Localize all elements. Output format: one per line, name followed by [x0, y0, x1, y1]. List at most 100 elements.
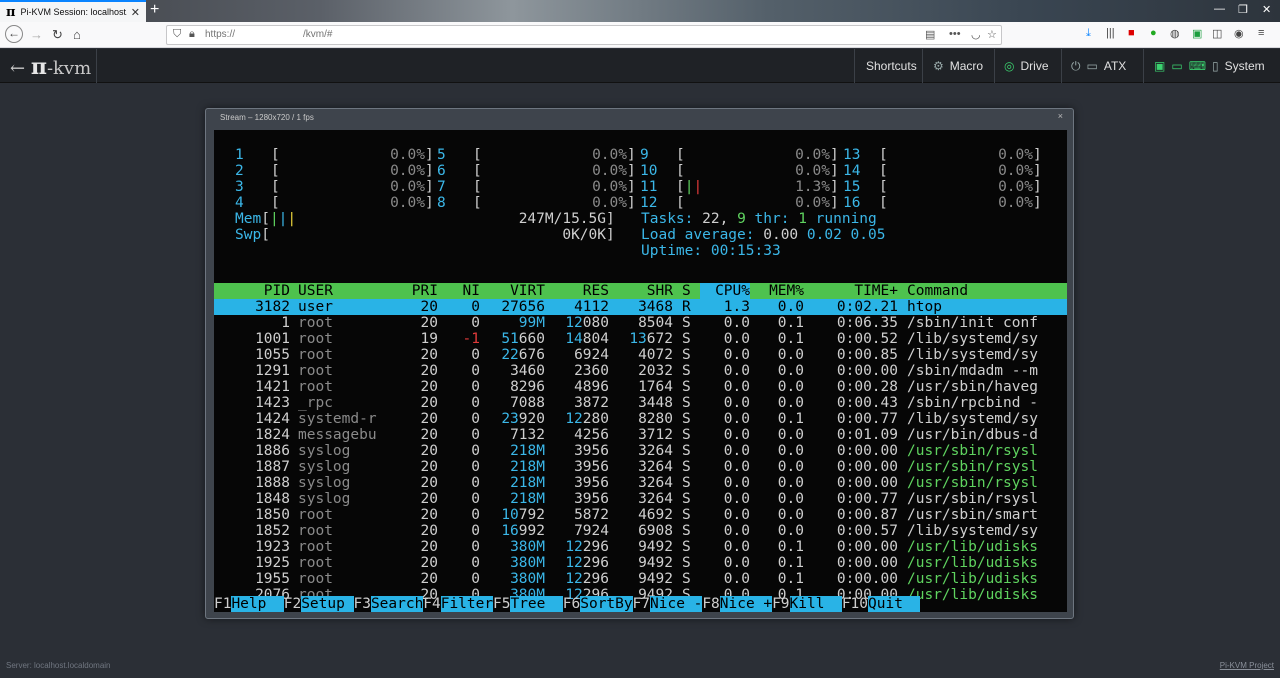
pocket-icon[interactable]: ◡ [971, 28, 981, 41]
fkey-label-f10[interactable]: Quit [868, 596, 921, 612]
stream-window[interactable]: Stream – 1280x720 / 1 fps × 1 [0.0%] 2 [0.0… [205, 108, 1074, 619]
cpu-percent: 0.0% [390, 195, 425, 211]
fkey-label-f5[interactable]: Tree [510, 596, 563, 612]
reader-view-icon[interactable]: ▤ [925, 28, 935, 41]
bookmark-star-icon[interactable]: ☆ [987, 28, 997, 41]
table-row[interactable]: 1423 _rpc 20 0 7088 3872 3448 S 0.0 0.0 0:00.43/sb… [214, 395, 1067, 411]
evernote-extension-icon[interactable]: ● [1150, 27, 1157, 39]
column-header-ni[interactable]: NI [438, 283, 480, 299]
table-row[interactable]: 1001 root 19 -1 51660 14804 13672 S 0.0 0.1 0:00.5… [214, 331, 1067, 347]
cpu-bar-close: ] [425, 163, 434, 179]
fkey-label-f3[interactable]: Search [370, 596, 423, 612]
column-header-mem[interactable]: MEM% [754, 283, 804, 299]
library-icon[interactable]: ||| [1106, 27, 1115, 39]
table-row[interactable]: 1424 systemd-r 20 0 23920 12280 8280 S 0.0 0.1 0:0… [214, 411, 1067, 427]
table-row[interactable]: 1923 root 20 0 380M 12296 9492 S 0.0 0.1 0:00.00/u… [214, 539, 1067, 555]
cpu-bar-close: ] [425, 195, 434, 211]
back-arrow-icon[interactable]: ← [5, 25, 23, 43]
forward-arrow-icon[interactable]: → [30, 26, 43, 44]
column-header-cpu[interactable]: CPU% [700, 283, 750, 299]
home-icon[interactable]: ⌂ [73, 26, 81, 44]
close-tab-icon[interactable]: ✕ [131, 6, 140, 19]
table-row[interactable]: 1848 syslog 20 0 218M 3956 3264 S 0.0 0.0 0:00.77/… [214, 491, 1067, 507]
menu-shortcuts[interactable]: Shortcuts [866, 59, 917, 73]
fkey-f5: F5 [493, 596, 511, 612]
table-row[interactable]: 1 root 20 0 99M 12080 8504 S 0.0 0.1 0:06.35/sbin/… [214, 315, 1067, 331]
project-link[interactable]: Pi-KVM Project [1220, 661, 1274, 670]
fkey-label-f7[interactable]: Nice - [650, 596, 702, 612]
url-bar[interactable]: ⛉ 🔒︎ https:// /kvm/# ▤ ••• ◡ ☆ [166, 25, 1002, 45]
cell-cpu: 0.0 [723, 411, 750, 427]
pdf-extension-icon[interactable]: ■ [1128, 27, 1135, 39]
cell-res: 3872 [574, 395, 609, 411]
browser-tab[interactable]: π Pi-KVM Session: localhost.loca ✕ [0, 0, 146, 22]
htop-terminal[interactable]: 1[0.0%] 2[0.0%] 3[0.0%] 4[0.0%] 5[0.0%] 6[0.0… [214, 130, 1067, 612]
fkey-label-f6[interactable]: SortBy [580, 596, 633, 612]
menu-macro[interactable]: ⚙ Macro [933, 59, 983, 73]
lock-icon[interactable]: 🔒︎ [189, 28, 195, 41]
table-row[interactable]: 1886 syslog 20 0 218M 3956 3264 S 0.0 0.0 0:00.00/… [214, 443, 1067, 459]
fkey-label-f4[interactable]: Filter [440, 596, 493, 612]
table-row[interactable]: 1824 messagebu 20 0 7132 4256 3712 S 0.0 0.0 0:01.… [214, 427, 1067, 443]
minimize-icon[interactable]: — [1214, 3, 1225, 15]
column-header-pri[interactable]: PRI [364, 283, 438, 299]
maximize-icon[interactable]: ❐ [1238, 3, 1248, 16]
cell-ni: 0 [471, 507, 480, 523]
column-header-virt[interactable]: VIRT [480, 283, 545, 299]
cell-pri: 20 [420, 539, 438, 555]
table-row[interactable]: 1955 root 20 0 380M 12296 9492 S 0.0 0.1 0:00.00/u… [214, 571, 1067, 587]
cpu-bar-open: [ [879, 147, 888, 163]
process-table-header[interactable]: PID USER PRI NI VIRT RES SHR S CPU% MEM% TIME+ Comm… [214, 283, 1067, 299]
sidebar-toggle-icon[interactable]: ◫ [1212, 27, 1222, 40]
mem-meter: Mem[||| [235, 211, 297, 227]
reload-icon[interactable]: ↻ [52, 26, 63, 44]
cpu-percent: 0.0% [390, 163, 425, 179]
cpu-bar-close: ] [627, 147, 636, 163]
table-row[interactable]: 1925 root 20 0 380M 12296 9492 S 0.0 0.1 0:00.00/u… [214, 555, 1067, 571]
close-icon[interactable]: × [1058, 111, 1063, 121]
table-row[interactable]: 3182 user 20 0 27656 4112 3468 R 1.3 0.0 0:02.21 ht… [214, 299, 1067, 315]
table-row[interactable]: 1852 root 20 0 16992 7924 6908 S 0.0 0.0 0:00.57/l… [214, 523, 1067, 539]
table-row[interactable]: 1291 root 20 0 3460 2360 2032 S 0.0 0.0 0:00.00/sb… [214, 363, 1067, 379]
table-row[interactable]: 1421 root 20 0 8296 4896 1764 S 0.0 0.0 0:00.28/us… [214, 379, 1067, 395]
close-window-icon[interactable]: ✕ [1262, 3, 1271, 16]
kvm-logo[interactable]: ← π-kvm [10, 54, 91, 80]
page-actions-icon[interactable]: ••• [949, 28, 961, 40]
shield-icon[interactable]: ⛉ [173, 28, 181, 41]
divider [994, 49, 995, 83]
fkey-label-f2[interactable]: Setup [301, 596, 354, 612]
cell-shr: 8280 [638, 411, 673, 427]
cell-cmd: /sbin/rpcbind - [907, 395, 1038, 411]
column-header-res[interactable]: RES [545, 283, 609, 299]
cell-mem: 0.0 [777, 443, 804, 459]
column-header-cmd[interactable]: Command [907, 283, 1067, 299]
fkey-label-f9[interactable]: Kill [789, 596, 842, 612]
table-row[interactable]: 1888 syslog 20 0 218M 3956 3264 S 0.0 0.0 0:00.00/… [214, 475, 1067, 491]
cpu-bar-close: ] [1033, 195, 1042, 211]
menu-drive[interactable]: ◎ Drive [1004, 59, 1049, 73]
column-header-s[interactable]: S [682, 283, 694, 299]
cpu-number: 12 [640, 195, 658, 211]
fkey-label-f8[interactable]: Nice + [719, 596, 772, 612]
globe-extension-icon[interactable]: ◍ [1170, 27, 1180, 40]
table-row[interactable]: 1850 root 20 0 10792 5872 4692 S 0.0 0.0 0:00.87/u… [214, 507, 1067, 523]
column-header-shr[interactable]: SHR [609, 283, 673, 299]
menu-atx[interactable]: ⏻ ▭ ATX [1071, 59, 1126, 74]
new-tab-button[interactable]: + [150, 1, 159, 19]
monitor-icon: ▣ [1154, 59, 1166, 73]
fkey-label-f1[interactable]: Help [231, 596, 284, 612]
menu-system[interactable]: ▣ ▭ ⌨ ▯ System [1154, 59, 1265, 73]
cell-ni: 0 [471, 491, 480, 507]
account-icon[interactable]: ◉ [1234, 27, 1244, 40]
cell-mem: 0.1 [777, 571, 804, 587]
menu-icon[interactable]: ≡ [1258, 27, 1264, 39]
cell-pid: 1850 [255, 507, 290, 523]
downloads-icon[interactable]: ⤓ [1086, 27, 1091, 40]
cell-s: S [682, 315, 691, 331]
column-header-pid[interactable]: PID [214, 283, 290, 299]
green-extension-icon[interactable]: ▣ [1192, 27, 1202, 40]
table-row[interactable]: 1055 root 20 0 22676 6924 4072 S 0.0 0.0 0:00.85/l… [214, 347, 1067, 363]
table-row[interactable]: 1887 syslog 20 0 218M 3956 3264 S 0.0 0.0 0:00.00/… [214, 459, 1067, 475]
cell-s: S [682, 443, 691, 459]
column-header-time[interactable]: TIME+ [804, 283, 898, 299]
